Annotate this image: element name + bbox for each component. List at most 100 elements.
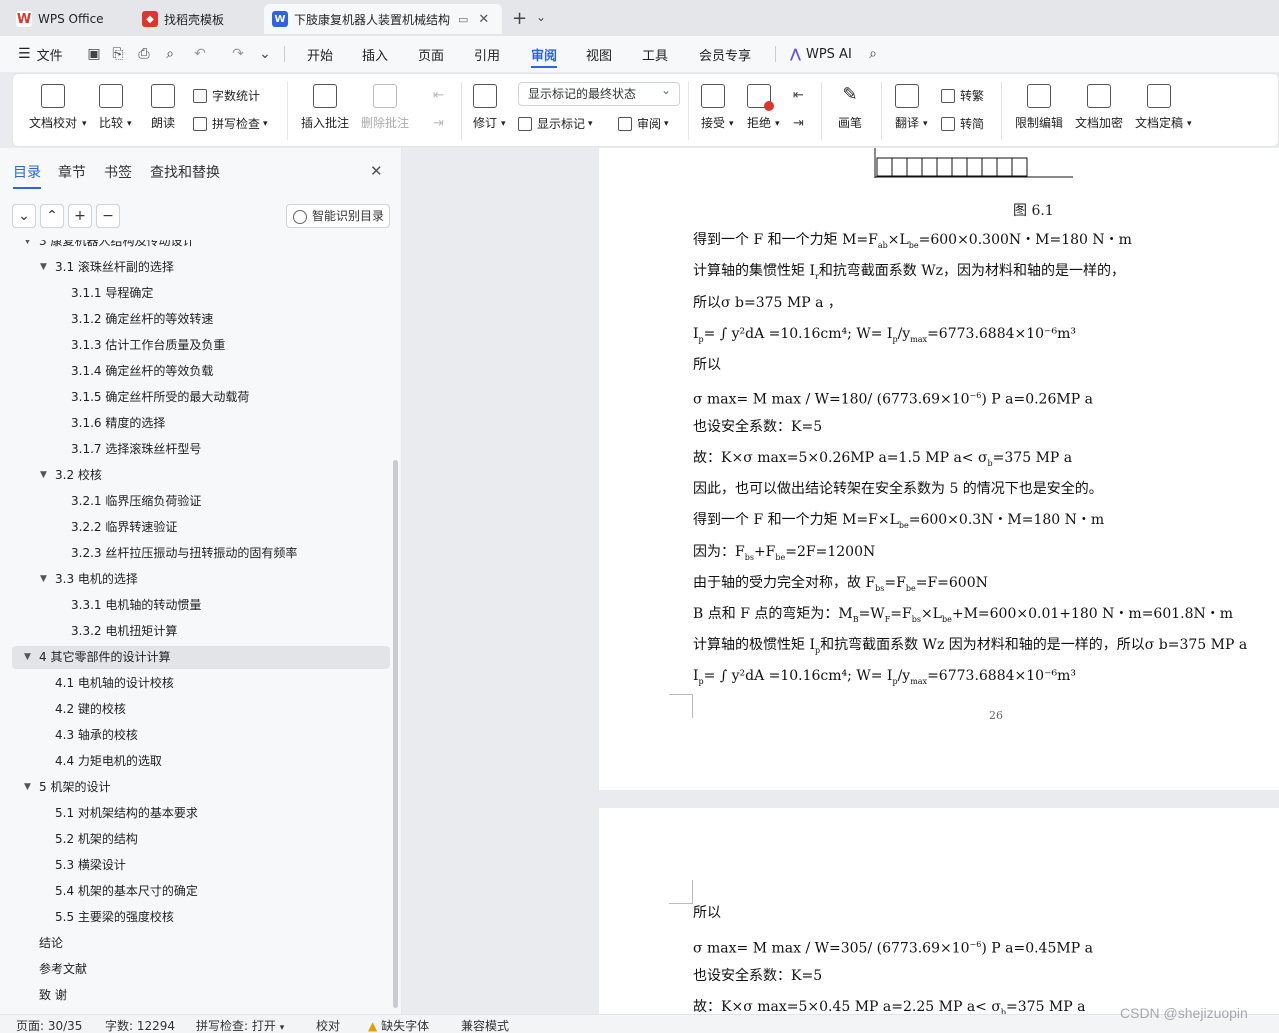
to-simplified-button[interactable]: 转简	[941, 115, 984, 132]
revise-button[interactable]: 修订	[473, 84, 497, 131]
remove-heading-icon[interactable]: −	[96, 204, 120, 228]
toc-item[interactable]: 4.1 电机轴的设计校核	[12, 672, 390, 695]
toc-item[interactable]: ▼ 5 机架的设计	[12, 776, 390, 799]
page-indicator[interactable]: 页面: 30/35	[16, 1017, 82, 1033]
toc-item[interactable]: 4.2 键的校核	[12, 698, 390, 721]
redo-icon[interactable]: ↷	[228, 44, 248, 64]
toc-item[interactable]: ▼ 3.2 校核	[12, 464, 390, 487]
toc-item[interactable]: 3.2.3 丝杆拉压振动与扭转振动的固有频率	[12, 542, 390, 565]
tab-chapters[interactable]: 章节	[58, 162, 86, 182]
toc-item[interactable]: ▼ 3 康复机器人结构及传动设计	[12, 240, 390, 253]
file-menu[interactable]: ☰ 文件	[18, 36, 63, 72]
tab-templates[interactable]: ◆ 找稻壳模板	[134, 4, 258, 34]
toc-item[interactable]: 3.1.5 确定丝杆所受的最大动载荷	[12, 386, 390, 409]
toc-item[interactable]: ▼ 4 其它零部件的设计计算	[12, 646, 390, 669]
tab-wps-office[interactable]: W WPS Office	[8, 4, 124, 34]
toc-item[interactable]: 5.1 对机架结构的基本要求	[12, 802, 390, 825]
menu-start[interactable]: 开始	[307, 36, 333, 72]
word-count-status[interactable]: 字数: 12294	[105, 1017, 175, 1033]
toc-item[interactable]: 3.1.3 估计工作台质量及负重	[12, 334, 390, 357]
collapse-up-icon[interactable]: ⌃	[40, 204, 64, 228]
next-comment-icon[interactable]: ⇥	[433, 116, 444, 131]
tab-find-replace[interactable]: 查找和替换	[150, 162, 220, 182]
insert-comment-button[interactable]: 插入批注	[301, 84, 349, 131]
tab-toc[interactable]: 目录	[13, 162, 41, 189]
toc-item[interactable]: 3.1.1 导程确定	[12, 282, 390, 305]
toc-item[interactable]: 5.3 横梁设计	[12, 854, 390, 877]
menu-page[interactable]: 页面	[418, 36, 444, 72]
smart-toc-button[interactable]: 智能识别目录	[286, 204, 390, 228]
search-icon[interactable]: ⌕	[863, 44, 883, 64]
toc-item[interactable]: 结论	[12, 932, 390, 955]
menu-view[interactable]: 视图	[586, 36, 612, 72]
toc-item[interactable]: 5.2 机架的结构	[12, 828, 390, 851]
compare-button[interactable]: 比较	[99, 84, 123, 131]
translate-button[interactable]: 翻译	[895, 84, 919, 131]
expand-arrow-icon[interactable]: ▼	[40, 464, 47, 487]
reject-button[interactable]: 拒绝	[747, 84, 774, 131]
encrypt-button[interactable]: 文档加密	[1075, 84, 1123, 131]
expand-arrow-icon[interactable]: ▼	[24, 776, 31, 799]
to-traditional-button[interactable]: 转繁	[941, 87, 984, 104]
toc-item[interactable]: ▼ 3.3 电机的选择	[12, 568, 390, 591]
menu-tools[interactable]: 工具	[642, 36, 668, 72]
previous-comment-icon[interactable]: ⇤	[433, 88, 444, 103]
word-count-button[interactable]: 字数统计	[193, 87, 260, 104]
missing-font-status[interactable]: ▲ 缺失字体	[368, 1017, 429, 1033]
wps-ai-button[interactable]: ⋀ WPS AI	[790, 36, 852, 72]
toc-scrollbar[interactable]	[393, 460, 398, 1008]
restrict-edit-button[interactable]: 限制编辑	[1015, 84, 1063, 131]
new-tab-icon[interactable]: +	[512, 8, 527, 29]
tab-list-chevron-icon[interactable]: ⌄	[536, 10, 546, 24]
pen-button[interactable]: ✎ 画笔	[838, 84, 862, 131]
toc-item[interactable]: 3.1.2 确定丝杆的等效转速	[12, 308, 390, 331]
tab-document[interactable]: W 下肢康复机器人装置机械结构 ▭ ✕	[264, 4, 502, 34]
toc-item[interactable]: 3.2.1 临界压缩负荷验证	[12, 490, 390, 513]
read-aloud-button[interactable]: 朗读	[151, 84, 175, 131]
toc-item[interactable]: 3.1.4 确定丝杆的等效负载	[12, 360, 390, 383]
toc-item[interactable]: 3.3.2 电机扭矩计算	[12, 620, 390, 643]
spell-check-button[interactable]: 拼写检查 ▾	[193, 115, 268, 132]
print-icon[interactable]: ⎙	[134, 44, 154, 64]
undo-icon[interactable]: ↶	[190, 44, 210, 64]
review-pane-button[interactable]: 审阅 ▾	[618, 115, 669, 132]
more-chevron-icon[interactable]: ⌄	[255, 44, 275, 64]
spell-check-status[interactable]: 拼写检查: 打开 ▾	[196, 1017, 284, 1033]
expand-down-icon[interactable]: ⌄	[12, 204, 36, 228]
save-icon[interactable]: ▣	[84, 44, 104, 64]
menu-review[interactable]: 审阅	[531, 36, 558, 72]
toc-item[interactable]: ▼ 3.1 滚珠丝杆副的选择	[12, 256, 390, 279]
toc-item[interactable]: 致 谢	[12, 984, 390, 1007]
delete-comment-button[interactable]: 删除批注	[361, 84, 409, 131]
expand-arrow-icon[interactable]: ▼	[24, 646, 31, 669]
toc-item[interactable]: 5.4 机架的基本尺寸的确定	[12, 880, 390, 903]
proof-status[interactable]: 校对	[316, 1017, 340, 1033]
previous-revision-icon[interactable]: ⇤	[793, 88, 804, 103]
proofread-button[interactable]: 文档校对	[29, 84, 77, 131]
toc-item[interactable]: 3.3.1 电机轴的转动惯量	[12, 594, 390, 617]
monitor-icon[interactable]: ▭	[458, 13, 468, 26]
markup-state-dropdown[interactable]: 显示标记的最终状态	[518, 79, 680, 106]
expand-arrow-icon[interactable]: ▼	[40, 568, 47, 591]
toc-item[interactable]: 参考文献	[12, 958, 390, 981]
close-pane-icon[interactable]: ✕	[370, 162, 383, 180]
next-revision-icon[interactable]: ⇥	[793, 116, 804, 131]
toc-item[interactable]: 4.4 力矩电机的选取	[12, 750, 390, 773]
expand-arrow-icon[interactable]: ▼	[24, 240, 31, 253]
menu-insert[interactable]: 插入	[362, 36, 388, 72]
print-preview-icon[interactable]: ⌕	[160, 44, 180, 64]
finalize-button[interactable]: 文档定稿	[1135, 84, 1183, 131]
toc-item[interactable]: 3.1.6 精度的选择	[12, 412, 390, 435]
show-markup-button[interactable]: 显示标记 ▾	[518, 115, 593, 132]
toc-item[interactable]: 3.2.2 临界转速验证	[12, 516, 390, 539]
export-icon[interactable]: ⎘	[108, 44, 128, 64]
toc-item[interactable]: 4.3 轴承的校核	[12, 724, 390, 747]
add-heading-icon[interactable]: +	[68, 204, 92, 228]
tab-bookmarks[interactable]: 书签	[104, 162, 132, 182]
close-tab-icon[interactable]: ✕	[478, 12, 489, 27]
expand-arrow-icon[interactable]: ▼	[40, 256, 47, 279]
toc-item[interactable]: 5.5 主要梁的强度校核	[12, 906, 390, 929]
toc-item[interactable]: 3.1.7 选择滚珠丝杆型号	[12, 438, 390, 461]
menu-reference[interactable]: 引用	[474, 36, 500, 72]
menu-member[interactable]: 会员专享	[699, 36, 751, 72]
